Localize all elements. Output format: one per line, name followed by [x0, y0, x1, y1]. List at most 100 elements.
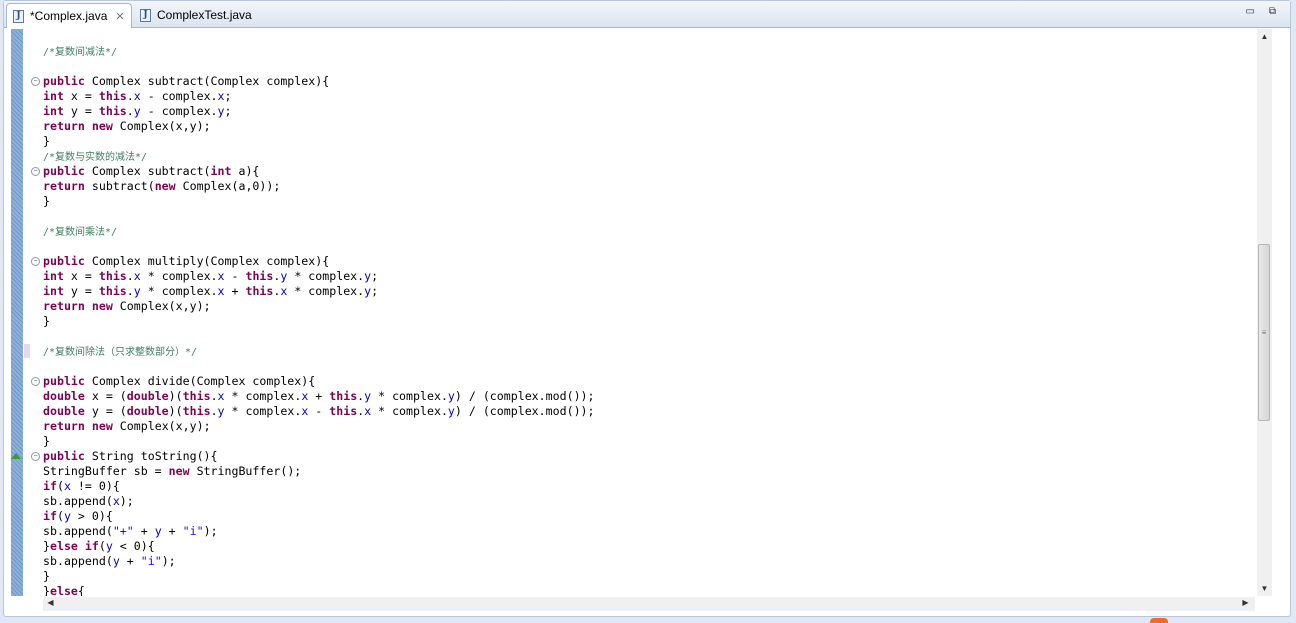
fold-toggle-icon[interactable]: −: [31, 377, 40, 386]
code-token: /*复数与实数的减法*/: [43, 152, 148, 163]
code-token: /*复数间除法（只求整数部分）*/: [43, 347, 198, 358]
code-token: (: [98, 539, 106, 553]
code-token: Complex subtract(Complex complex){: [84, 74, 330, 88]
code-line: public Complex divide(Complex complex){: [43, 374, 1253, 389]
code-token: Complex(x,y);: [112, 119, 211, 133]
code-token: sb.append(: [43, 554, 113, 568]
code-token: );: [119, 494, 134, 508]
code-token: /*复数间减法*/: [43, 47, 118, 58]
code-token: int: [43, 89, 64, 103]
fold-toggle-icon[interactable]: −: [31, 77, 40, 86]
code-token: if: [43, 479, 57, 493]
code-line: return new Complex(x,y);: [43, 119, 1253, 134]
code-line: }else{: [43, 584, 1253, 596]
taskbar-indicator: [1150, 618, 1168, 623]
code-token: )(: [168, 389, 183, 403]
horizontal-scrollbar[interactable]: ◀ ▶: [43, 597, 1255, 611]
code-token: -: [308, 404, 330, 418]
code-token: y: [447, 389, 455, 403]
fold-toggle-icon[interactable]: −: [31, 167, 40, 176]
code-token: (: [56, 509, 64, 523]
code-token: x: [112, 494, 120, 508]
code-token: * complex.: [140, 269, 218, 283]
code-token: != 0){: [70, 479, 120, 493]
minimize-icon[interactable]: ▭: [1245, 6, 1254, 17]
editor-window: J *Complex.java ✕ J ComplexTest.java ▭ ⧉…: [3, 0, 1291, 617]
code-line: /*复数与实数的减法*/: [43, 149, 1253, 164]
scroll-down-icon[interactable]: ▼: [1257, 584, 1272, 593]
code-line: return new Complex(x,y);: [43, 419, 1253, 434]
close-tab-icon[interactable]: ✕: [115, 10, 124, 23]
code-token: }: [43, 539, 50, 553]
code-token: this: [245, 269, 274, 283]
code-token: y =: [63, 104, 99, 118]
code-token: this: [98, 104, 127, 118]
tab-complex-java[interactable]: J *Complex.java ✕: [6, 3, 132, 28]
code-token: (: [56, 479, 64, 493]
code-token: x: [217, 89, 225, 103]
code-token: Complex(a,0));: [175, 179, 281, 193]
code-line: sb.append("+" + y + "i");: [43, 524, 1253, 539]
tab-label: *Complex.java: [30, 9, 108, 23]
code-line: public Complex multiply(Complex complex)…: [43, 254, 1253, 269]
code-token: x: [217, 269, 225, 283]
code-token: x: [217, 284, 225, 298]
fold-toggle-icon[interactable]: −: [31, 452, 40, 461]
scroll-right-icon[interactable]: ▶: [1238, 598, 1253, 607]
code-editor[interactable]: /*复数间减法*/ public Complex subtract(Comple…: [43, 29, 1253, 596]
code-token: x =: [63, 89, 99, 103]
code-token: if: [84, 539, 99, 553]
code-token: - complex.: [140, 104, 218, 118]
editor-tab-bar: J *Complex.java ✕ J ComplexTest.java ▭ ⧉: [4, 1, 1290, 28]
code-line: /*复数间除法（只求整数部分）*/: [43, 344, 1253, 359]
code-line: public Complex subtract(int a){: [43, 164, 1253, 179]
code-token: double: [126, 389, 169, 403]
code-token: ;: [224, 89, 232, 103]
code-line: double y = (double)(this.y * complex.x -…: [43, 404, 1253, 419]
code-token: }: [43, 569, 50, 583]
fold-toggle-icon[interactable]: −: [31, 257, 40, 266]
code-token: Complex divide(Complex complex){: [84, 374, 316, 388]
quick-diff-ruler: [11, 29, 23, 596]
code-line: return subtract(new Complex(a,0));: [43, 179, 1253, 194]
maximize-icon[interactable]: ⧉: [1269, 6, 1276, 17]
scroll-up-icon[interactable]: ▲: [1257, 32, 1272, 41]
code-token: * complex.: [371, 389, 448, 403]
code-line: return new Complex(x,y);: [43, 299, 1253, 314]
tab-complextest-java[interactable]: J ComplexTest.java: [134, 3, 258, 27]
code-token: * complex.: [224, 389, 302, 403]
code-token: y: [105, 539, 113, 553]
scrollbar-thumb[interactable]: ≡: [1258, 244, 1270, 421]
vertical-scrollbar[interactable]: ▲ ≡ ▼: [1257, 29, 1272, 596]
code-token: sb.append(: [43, 524, 113, 538]
code-token: * complex.: [140, 284, 218, 298]
code-token: new: [91, 119, 113, 133]
code-token: Complex(x,y);: [112, 419, 211, 433]
code-token: {: [77, 584, 85, 596]
code-token: this: [182, 404, 211, 418]
code-token: this: [98, 89, 127, 103]
code-token: subtract(: [84, 179, 155, 193]
code-token: }: [43, 434, 50, 448]
code-token: }: [43, 134, 50, 148]
code-token: .: [126, 269, 134, 283]
code-token: +: [308, 389, 330, 403]
code-token: int: [43, 269, 64, 283]
code-token: new: [91, 299, 113, 313]
code-token: }: [43, 314, 50, 328]
code-token: new: [91, 419, 113, 433]
code-token: +: [224, 284, 246, 298]
code-token: int: [43, 104, 64, 118]
change-marker: [24, 344, 30, 358]
code-token: x: [63, 479, 71, 493]
code-token: * complex.: [371, 404, 448, 418]
code-token: "+": [112, 524, 134, 538]
scroll-left-icon[interactable]: ◀: [43, 598, 58, 607]
code-token: y: [112, 554, 120, 568]
